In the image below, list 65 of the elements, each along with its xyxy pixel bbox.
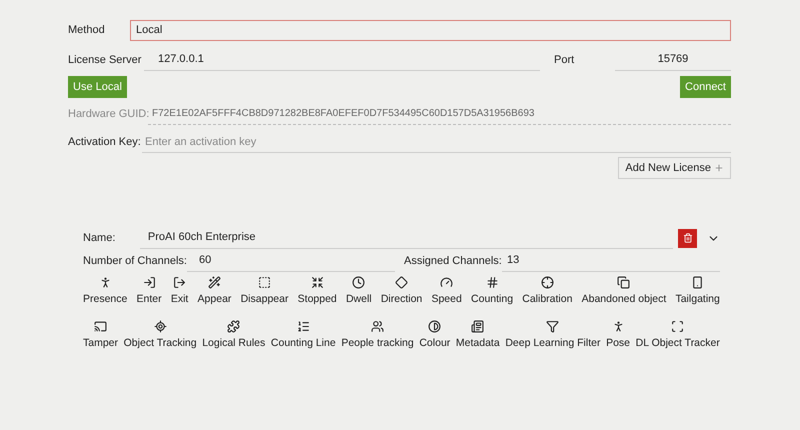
exit-arrow-icon bbox=[173, 276, 186, 289]
server-field[interactable]: 127.0.0.1 bbox=[144, 49, 540, 71]
field-label: License Server bbox=[68, 52, 142, 68]
add-license-button[interactable]: Add New License bbox=[618, 157, 731, 179]
method-field[interactable]: Local bbox=[130, 20, 731, 41]
feature-label: Disappear bbox=[240, 292, 288, 307]
feature-label: Metadata bbox=[456, 336, 500, 351]
feature-label: Appear bbox=[198, 292, 232, 307]
cast-icon bbox=[94, 320, 107, 333]
feature-label: Direction bbox=[380, 292, 422, 307]
feature-label: Exit bbox=[170, 292, 188, 307]
delete-button[interactable] bbox=[678, 228, 698, 248]
field-label: Number of Channels: bbox=[83, 254, 187, 269]
feature-label: Presence bbox=[83, 292, 128, 307]
feature-label: Enter bbox=[136, 292, 162, 307]
phone-icon bbox=[691, 276, 704, 289]
list-icon bbox=[296, 320, 310, 333]
funnel-icon bbox=[546, 320, 560, 333]
newspaper-icon bbox=[471, 320, 484, 333]
dashed-square-icon bbox=[258, 276, 272, 289]
feature-label: Abandoned object bbox=[582, 292, 666, 307]
gauge-icon bbox=[440, 276, 454, 289]
crosshair-icon bbox=[540, 276, 554, 289]
figure-icon bbox=[612, 320, 625, 333]
people-icon bbox=[371, 320, 384, 333]
feature-label: Counting Line bbox=[270, 336, 336, 351]
target-icon bbox=[154, 320, 167, 333]
feature-label: Object Tracking bbox=[124, 336, 197, 351]
shrink-arrows-icon bbox=[310, 276, 324, 289]
feature-label: Pose bbox=[606, 336, 630, 351]
feature-label: Tamper bbox=[83, 336, 118, 351]
enter-arrow-icon bbox=[142, 276, 156, 289]
scan-icon bbox=[671, 320, 684, 333]
field-label: Port bbox=[554, 52, 576, 68]
feature-label: DL Object Tracker bbox=[636, 336, 720, 351]
feature-label: Speed bbox=[431, 292, 462, 307]
magic-wand-icon bbox=[208, 276, 221, 289]
feature-label: Counting bbox=[471, 292, 514, 307]
diamond-icon bbox=[395, 276, 408, 289]
feature-label: People tracking bbox=[341, 336, 414, 351]
field-label: Name: bbox=[83, 230, 116, 246]
feature-label: Stopped bbox=[298, 292, 337, 307]
field-label: Method bbox=[68, 23, 106, 38]
port-field[interactable]: 15769 bbox=[615, 49, 731, 71]
trash-icon bbox=[682, 233, 693, 243]
feature-label: Deep Learning Filter bbox=[505, 336, 600, 351]
feature-label: Logical Rules bbox=[202, 336, 266, 351]
contrast-icon bbox=[428, 320, 442, 333]
feature-label: Tailgating bbox=[675, 292, 720, 307]
clock-icon bbox=[352, 276, 366, 289]
feature-label: Calibration bbox=[522, 292, 572, 307]
puzzle-icon bbox=[227, 320, 240, 333]
guid-field: F72E1E02AF5FFF4CB8D971282BE8FA0EFEF0D7F534495C60D157D5A31956B693 bbox=[148, 103, 731, 125]
feature-label: Dwell bbox=[346, 292, 372, 307]
activation-key-field[interactable]: Enter an activation key bbox=[142, 131, 731, 153]
feature-label: Colour bbox=[419, 336, 450, 351]
field-label: Activation Key: bbox=[68, 134, 142, 150]
assigned-field[interactable]: 13 bbox=[502, 250, 720, 272]
number-icon bbox=[486, 276, 499, 289]
plus-icon bbox=[714, 163, 724, 173]
field-label: Assigned Channels: bbox=[404, 254, 502, 269]
channels-field[interactable]: 60 bbox=[187, 250, 395, 272]
stacked-squares-icon bbox=[617, 276, 630, 289]
field-label: Hardware GUID: bbox=[68, 106, 148, 122]
name-field[interactable]: ProAI 60ch Enterprise bbox=[140, 227, 674, 249]
